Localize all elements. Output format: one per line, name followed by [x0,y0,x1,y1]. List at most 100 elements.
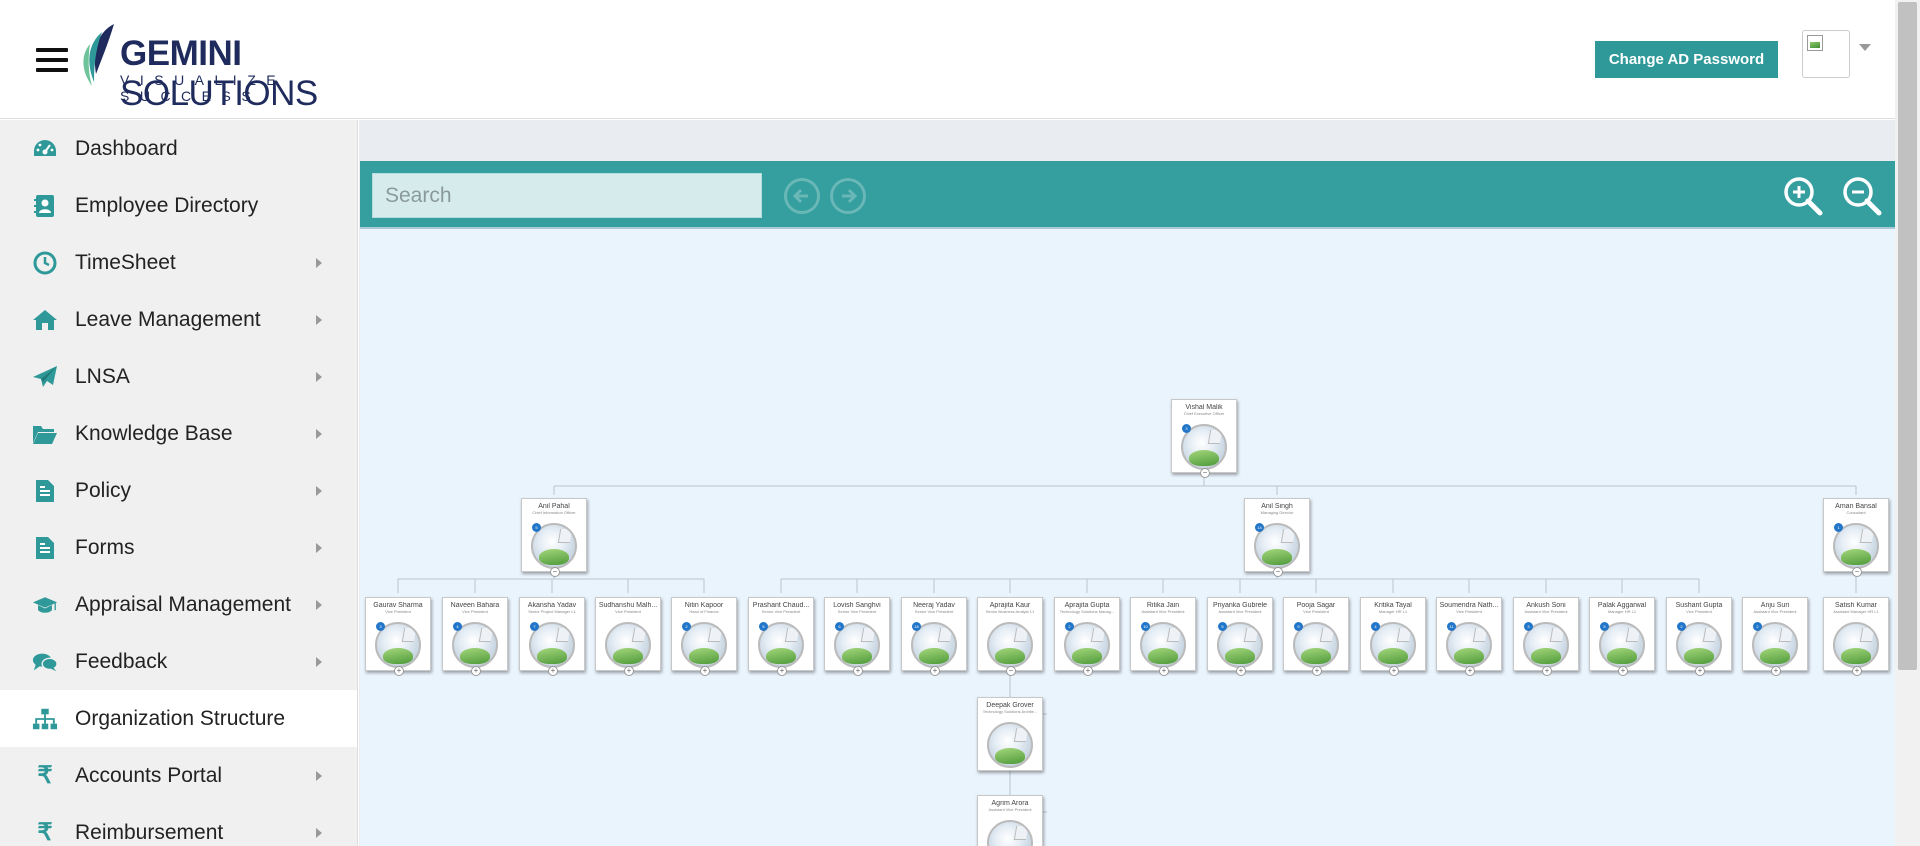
employee-card[interactable]: Anju Suri Assistant Vice President 2 + [1742,597,1808,676]
employee-card[interactable]: Sudhanshu Malh... Vice President + [595,597,661,676]
employee-card[interactable]: Pooja Sagar Vice President 9 + [1283,597,1349,676]
employee-title: Consultant [1846,510,1866,515]
photo-placeholder-page [937,628,953,642]
sidebar-item-accounts-portal[interactable]: ₹ Accounts Portal [0,747,357,804]
expand-toggle-icon[interactable]: + [1618,666,1628,676]
collapse-toggle-icon[interactable]: − [1200,468,1210,478]
previous-arrow-icon[interactable] [784,178,820,214]
sidebar-item-employee-directory[interactable]: Employee Directory [0,177,357,234]
expand-toggle-icon[interactable]: + [1695,666,1705,676]
employee-card[interactable]: Anil Pahal Chief Information Officer 5 − [521,498,587,577]
employee-card[interactable]: Ritika Jain Assistant Vice President 10 + [1130,597,1196,676]
employee-card[interactable]: Palak Aggarwal Manager HR L1 5 + [1589,597,1655,676]
employee-card[interactable]: Neeraj Yadav Senior Vice President 18 + [901,597,967,676]
employee-card[interactable]: Aprajita Kaur Senior Business Analyst L1 − [977,597,1043,676]
employee-card[interactable]: Vishal Malik Chief Executive Officer 3 − [1171,399,1237,478]
employee-name: Pooja Sagar [1296,602,1336,609]
direct-reports-badge: 6 [835,622,844,631]
sidebar-item-timesheet[interactable]: TimeSheet [0,234,357,291]
submenu-arrow-icon [316,599,322,610]
sidebar-item-policy[interactable]: Policy [0,462,357,519]
sidebar-item-reimbursement[interactable]: ₹ Reimbursement [0,804,357,846]
scrollbar-thumb[interactable] [1898,2,1917,670]
employee-title: Vice President [1456,609,1482,614]
employee-card[interactable]: Aprajita Gupta Technology Solutions Manag… [1054,597,1120,676]
sidebar-item-dashboard[interactable]: Dashboard [0,120,357,177]
broken-image-icon [1807,35,1823,51]
employee-title: Senior Business Analyst L1 [985,609,1035,614]
employee-card[interactable]: Priyanka Gubrele Assistant Vice President… [1207,597,1273,676]
employee-photo [1833,622,1879,668]
employee-card[interactable]: Anil Singh Managing Director 14 − [1244,498,1310,577]
expand-toggle-icon[interactable]: + [777,666,787,676]
employee-title: Assistant Vice President [1524,609,1568,614]
employee-photo [987,820,1033,846]
org-chart-connectors [397,473,1857,846]
photo-placeholder-page [1319,628,1335,642]
expand-toggle-icon[interactable]: + [548,666,558,676]
photo-placeholder-page [1013,628,1029,642]
collapse-toggle-icon[interactable]: − [1852,567,1862,577]
sidebar-item-organization-structure[interactable]: Organization Structure [0,690,357,747]
expand-toggle-icon[interactable]: + [853,666,863,676]
employee-card[interactable]: Satish Kumar Assistant Manager HR L1 + [1823,597,1889,676]
employee-card[interactable]: Ankush Soni Assistant Vice President 3 + [1513,597,1579,676]
change-ad-password-button[interactable]: Change AD Password [1595,41,1778,78]
expand-toggle-icon[interactable]: + [1159,666,1169,676]
employee-title: Assistant Vice President [988,807,1032,812]
expand-toggle-icon[interactable]: + [930,666,940,676]
next-arrow-icon[interactable] [830,178,866,214]
expand-toggle-icon[interactable]: + [394,666,404,676]
submenu-arrow-icon [316,542,322,553]
employee-card[interactable]: Aman Bansal Consultant 1 − [1823,498,1889,577]
expand-toggle-icon[interactable]: + [1312,666,1322,676]
collapse-toggle-icon[interactable]: − [550,567,560,577]
sidebar-item-leave-management[interactable]: Leave Management [0,291,357,348]
sidebar-item-lnsa[interactable]: LNSA [0,348,357,405]
company-logo[interactable]: GEMINI SOLUTIONS VISUALIZE SUCCESS [80,22,430,113]
expand-toggle-icon[interactable]: + [700,666,710,676]
zoom-in-icon[interactable] [1782,175,1824,217]
collapse-toggle-icon[interactable]: − [1006,666,1016,676]
expand-toggle-icon[interactable]: + [1236,666,1246,676]
hamburger-menu-icon[interactable] [36,48,68,76]
page-scrollbar[interactable] [1895,0,1920,846]
expand-toggle-icon[interactable]: + [1852,666,1862,676]
dashboard-icon [32,136,58,162]
employee-card[interactable]: Akansha Yadav Senior Project Manager L1 7 + [519,597,585,676]
employee-card[interactable]: Deepak Grover Technology Solutions Archit… [977,697,1043,771]
collapse-toggle-icon[interactable]: − [1273,567,1283,577]
sidebar-item-forms[interactable]: Forms [0,519,357,576]
clock-icon [32,250,58,276]
employee-card[interactable]: Kritika Tayal Manager HR L1 4 + [1360,597,1426,676]
user-menu-caret-icon[interactable] [1859,44,1871,51]
employee-card[interactable]: Soumendra Nath... Vice President 11 + [1436,597,1502,676]
employee-name: Anil Singh [1261,503,1293,510]
expand-toggle-icon[interactable]: + [1083,666,1093,676]
employee-card[interactable]: Sushant Gupta Vice President 2 + [1666,597,1732,676]
employee-name: Aman Bansal [1835,503,1877,510]
expand-toggle-icon[interactable]: + [1389,666,1399,676]
photo-placeholder-page [1166,628,1182,642]
zoom-out-icon[interactable] [1841,175,1883,217]
employee-card[interactable]: Agrim Arora Assistant Vice President [977,795,1043,846]
employee-title: Vice President [615,609,641,614]
user-avatar[interactable] [1802,30,1850,78]
employee-card[interactable]: Gaurav Sharma Vice President 3 + [365,597,431,676]
employee-card[interactable]: Lovish Sanghvi Senior Vice President 6 + [824,597,890,676]
search-input[interactable] [372,173,762,218]
org-chart-canvas[interactable]: Vishal Malik Chief Executive Officer 3− Ani… [360,227,1895,846]
expand-toggle-icon[interactable]: + [1771,666,1781,676]
sidebar-item-feedback[interactable]: Feedback [0,633,357,690]
employee-card[interactable]: Nitin Kapoor Head of Finance 2 + [671,597,737,676]
employee-card[interactable]: Naveen Bahara Vice President 4 + [442,597,508,676]
expand-toggle-icon[interactable]: + [1542,666,1552,676]
sidebar-item-knowledge-base[interactable]: Knowledge Base [0,405,357,462]
employee-name: Sushant Gupta [1675,602,1723,609]
expand-toggle-icon[interactable]: + [471,666,481,676]
sidebar-item-appraisal-management[interactable]: Appraisal Management [0,576,357,633]
employee-card[interactable]: Prashant Chaud... Senior Vice President 5 + [748,597,814,676]
expand-toggle-icon[interactable]: + [1465,666,1475,676]
direct-reports-badge: 3 [1524,622,1533,631]
expand-toggle-icon[interactable]: + [624,666,634,676]
